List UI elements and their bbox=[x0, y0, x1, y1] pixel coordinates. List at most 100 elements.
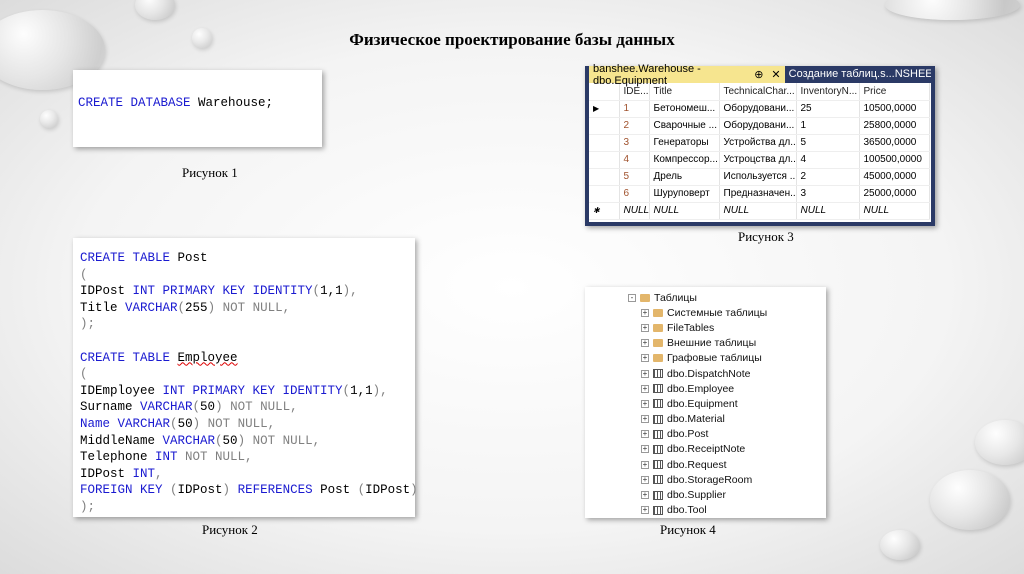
tree-node-table[interactable]: + dbo.DispatchNote bbox=[641, 366, 767, 381]
table-cell[interactable]: Сварочные ... bbox=[649, 117, 720, 135]
table-icon bbox=[653, 399, 663, 409]
table-cell[interactable]: 5 bbox=[796, 134, 860, 152]
code-token: IDPost bbox=[177, 483, 223, 498]
row-marker[interactable] bbox=[589, 185, 620, 203]
table-cell[interactable]: NULL bbox=[859, 202, 930, 220]
table-cell[interactable]: 2 bbox=[796, 168, 860, 186]
collapse-icon[interactable]: - bbox=[628, 293, 636, 302]
table-cell[interactable]: Компрессор... bbox=[649, 151, 720, 169]
table-cell[interactable]: 10500,0000 bbox=[859, 100, 930, 118]
table-cell[interactable]: 1 bbox=[619, 100, 650, 118]
row-marker[interactable] bbox=[589, 168, 620, 186]
expand-icon[interactable]: + bbox=[641, 445, 649, 454]
column-header[interactable]: IDE... bbox=[619, 83, 650, 101]
folder-icon bbox=[653, 354, 663, 363]
expand-icon[interactable]: + bbox=[641, 430, 649, 439]
table-cell[interactable]: 25800,0000 bbox=[859, 117, 930, 135]
expand-icon[interactable]: + bbox=[641, 339, 649, 348]
row-marker[interactable] bbox=[589, 134, 620, 152]
table-cell[interactable]: 45000,0000 bbox=[859, 168, 930, 186]
table-cell[interactable]: NULL bbox=[649, 202, 720, 220]
expand-icon[interactable]: + bbox=[641, 475, 649, 484]
table-cell[interactable]: Устроцства дл... bbox=[719, 151, 797, 169]
row-marker[interactable] bbox=[589, 117, 620, 135]
figure-object-explorer: - Таблицы + Системные таблицы + FileTables + Вн… bbox=[585, 287, 826, 518]
column-header[interactable]: Price bbox=[859, 83, 930, 101]
table-cell[interactable]: 25 bbox=[796, 100, 860, 118]
tab-create-tables[interactable]: Создание таблиц.s...NSHEE\ost bbox=[785, 66, 931, 83]
table-icon bbox=[653, 505, 663, 515]
column-header[interactable]: TechnicalChar... bbox=[719, 83, 797, 101]
code-token: ) bbox=[192, 416, 201, 431]
row-marker[interactable]: ✱ bbox=[589, 202, 620, 220]
tree-node-table[interactable]: + dbo.Supplier bbox=[641, 487, 767, 502]
tree-node-folder[interactable]: + Графовые таблицы bbox=[641, 351, 767, 366]
code-token: ( bbox=[80, 267, 88, 282]
table-cell[interactable]: 36500,0000 bbox=[859, 134, 930, 152]
row-marker[interactable]: ▶ bbox=[589, 100, 620, 118]
column-header[interactable]: InventoryN... bbox=[796, 83, 860, 101]
expand-icon[interactable]: + bbox=[641, 460, 649, 469]
code-line: IDPost INT, bbox=[80, 466, 418, 483]
close-icon[interactable]: ✕ bbox=[771, 68, 780, 81]
table-cell[interactable]: NULL bbox=[619, 202, 650, 220]
table-cell[interactable]: Оборудовани... bbox=[719, 100, 797, 118]
tree-node-folder[interactable]: + FileTables bbox=[641, 320, 767, 335]
table-cell[interactable]: 25000,0000 bbox=[859, 185, 930, 203]
row-marker[interactable] bbox=[589, 151, 620, 169]
table-cell[interactable]: Шуруповерт bbox=[649, 185, 720, 203]
table-cell[interactable]: Бетономеш... bbox=[649, 100, 720, 118]
table-cell[interactable]: Дрель bbox=[649, 168, 720, 186]
tree-node-table[interactable]: + dbo.Equipment bbox=[641, 396, 767, 411]
table-cell[interactable]: 100500,0000 bbox=[859, 151, 930, 169]
expand-icon[interactable]: + bbox=[641, 399, 649, 408]
table-row: 2 Сварочные ... Оборудовани... 1 25800,0000 bbox=[589, 117, 930, 135]
tree-node-table[interactable]: + dbo.Tool bbox=[641, 503, 767, 518]
table-cell[interactable]: 3 bbox=[619, 134, 650, 152]
table-cell[interactable]: Устройства дл... bbox=[719, 134, 797, 152]
code-line: Title VARCHAR(255) NOT NULL, bbox=[80, 300, 418, 317]
tree-node-table[interactable]: + dbo.Request bbox=[641, 457, 767, 472]
tree-node-table[interactable]: + dbo.ReceiptNote bbox=[641, 442, 767, 457]
expand-icon[interactable]: + bbox=[641, 308, 649, 317]
tree-node-folder[interactable]: + Внешние таблицы bbox=[641, 336, 767, 351]
expand-icon[interactable]: + bbox=[641, 506, 649, 515]
table-cell[interactable]: 3 bbox=[796, 185, 860, 203]
table-cell[interactable]: NULL bbox=[796, 202, 860, 220]
table-cell[interactable]: Генераторы bbox=[649, 134, 720, 152]
water-drop bbox=[880, 530, 920, 560]
tree-node-table[interactable]: + dbo.StorageRoom bbox=[641, 472, 767, 487]
table-icon bbox=[653, 369, 663, 379]
table-cell[interactable]: 1 bbox=[796, 117, 860, 135]
tree-node-folder[interactable]: + Системные таблицы bbox=[641, 305, 767, 320]
expand-icon[interactable]: + bbox=[641, 369, 649, 378]
table-cell[interactable]: 2 bbox=[619, 117, 650, 135]
tree-node-table[interactable]: + dbo.Employee bbox=[641, 381, 767, 396]
table-cell[interactable]: 4 bbox=[796, 151, 860, 169]
tab-equipment[interactable]: banshee.Warehouse - dbo.Equipment ⊕ ✕ bbox=[589, 63, 785, 87]
table-icon bbox=[653, 384, 663, 394]
table-cell[interactable]: 5 bbox=[619, 168, 650, 186]
tree-node-table[interactable]: + dbo.Post bbox=[641, 427, 767, 442]
table-cell[interactable]: 4 bbox=[619, 151, 650, 169]
code-token: NOT NULL, bbox=[200, 416, 276, 431]
expand-icon[interactable]: + bbox=[641, 354, 649, 363]
tree-node-tables[interactable]: - Таблицы bbox=[628, 290, 767, 305]
expand-icon[interactable]: + bbox=[641, 491, 649, 500]
pin-icon[interactable]: ⊕ bbox=[754, 68, 763, 81]
code-token: Name bbox=[80, 416, 111, 431]
table-cell[interactable]: 6 bbox=[619, 185, 650, 203]
expand-icon[interactable]: + bbox=[641, 323, 649, 332]
expand-icon[interactable]: + bbox=[641, 415, 649, 424]
table-cell[interactable]: Предназначен... bbox=[719, 185, 797, 203]
table-cell[interactable]: Используется ... bbox=[719, 168, 797, 186]
table-row: 5 Дрель Используется ... 2 45000,0000 bbox=[589, 168, 930, 186]
expand-icon[interactable]: + bbox=[641, 384, 649, 393]
code-token: ), bbox=[342, 284, 358, 299]
folder-icon bbox=[653, 308, 663, 317]
table-icon bbox=[653, 444, 663, 454]
tree-node-table[interactable]: + dbo.Material bbox=[641, 412, 767, 427]
table-cell[interactable]: Оборудовани... bbox=[719, 117, 797, 135]
table-cell[interactable]: NULL bbox=[719, 202, 797, 220]
